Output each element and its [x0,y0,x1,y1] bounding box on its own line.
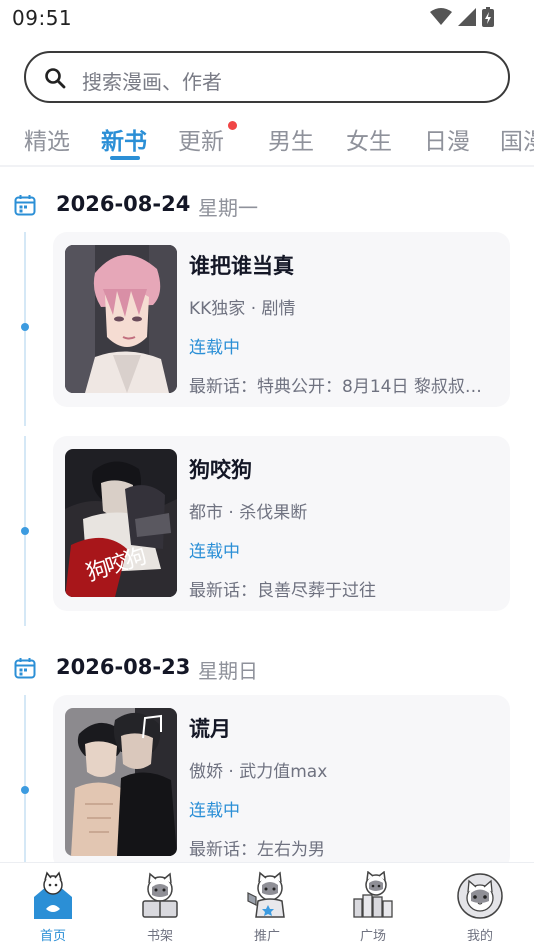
tab-updates[interactable]: 更新 [178,122,224,156]
search-input[interactable]: 搜索漫画、作者 [24,51,510,103]
bottom-nav: 首页 书架 推广 广场 我的 [0,862,534,949]
book-card[interactable]: 狗咬狗 狗咬狗 都市 · 杀伐果断 连载中 最新话：良善尽葬于过往 [53,436,510,611]
search-icon [45,68,66,89]
date-text: 2026-08-23 [56,655,191,679]
tab-active-indicator [110,156,140,160]
book-status: 连载中 [189,801,240,821]
signal-icon [458,8,476,26]
promo-cat-icon [247,871,285,918]
status-icons [430,7,494,27]
book-card[interactable]: 谁把谁当真 KK独家 · 剧情 连载中 最新话：特典公开：8月14日 黎叔叔… [53,232,510,407]
nav-label: 我的 [466,929,493,944]
tab-male[interactable]: 男生 [268,122,314,156]
calendar-icon [14,195,36,216]
tab-chinese[interactable]: 国漫 [500,122,534,156]
weekday-text: 星期日 [198,659,258,683]
book-timeline[interactable]: 2026-08-24 星期一 谁把谁当真 KK独家 · 剧情 连载中 最新话：特… [0,167,534,862]
tab-featured[interactable]: 精选 [24,122,70,156]
profile-cat-icon [457,873,503,919]
book-cover[interactable] [65,708,177,856]
tab-new-books[interactable]: 新书 [101,122,147,156]
wifi-icon [430,8,452,25]
status-bar: 09:51 [0,0,534,36]
nav-profile[interactable]: 我的 [440,869,520,947]
book-cover[interactable]: 狗咬狗 [65,449,177,597]
book-cover[interactable] [65,245,177,393]
calendar-icon [14,658,36,679]
book-meta: KK独家 · 剧情 [189,299,296,319]
tab-female[interactable]: 女生 [346,122,392,156]
nav-shelf[interactable]: 书架 [120,869,200,947]
book-meta: 都市 · 杀伐果断 [189,503,308,523]
book-card[interactable]: 谎月 傲娇 · 武力值max 连载中 最新话：左右为男 [53,695,510,862]
timeline-dot [21,323,29,331]
weekday-text: 星期一 [198,196,258,220]
nav-label: 广场 [359,929,386,944]
status-time: 09:51 [12,6,73,30]
book-latest-chapter: 最新话：特典公开：8月14日 黎叔叔… [189,377,482,397]
book-title[interactable]: 谎月 [189,713,231,743]
book-title[interactable]: 狗咬狗 [189,454,252,484]
nav-home[interactable]: 首页 [13,869,93,947]
category-tabs: 精选 新书 更新 男生 女生 日漫 国漫 [0,118,534,164]
timeline-dot [21,527,29,535]
nav-promo[interactable]: 推广 [227,869,307,947]
nav-label: 书架 [146,929,173,944]
book-latest-chapter: 最新话：良善尽葬于过往 [189,581,376,601]
plaza-cat-icon [353,871,393,918]
book-status: 连载中 [189,338,240,358]
timeline-line [24,695,26,862]
date-header: 2026-08-24 星期一 [0,186,534,226]
nav-label: 推广 [253,929,280,944]
tab-japanese[interactable]: 日漫 [424,122,470,156]
search-placeholder: 搜索漫画、作者 [82,70,222,94]
date-header: 2026-08-23 星期日 [0,649,534,689]
battery-icon [482,7,494,27]
book-status: 连载中 [189,542,240,562]
home-cat-icon [34,871,72,919]
nav-plaza[interactable]: 广场 [333,869,413,947]
date-text: 2026-08-24 [56,192,191,216]
timeline-dot [21,786,29,794]
book-latest-chapter: 最新话：左右为男 [189,840,325,860]
shelf-cat-icon [142,872,178,918]
book-meta: 傲娇 · 武力值max [189,762,328,782]
update-badge-dot [228,121,237,130]
nav-label: 首页 [39,929,66,944]
book-title[interactable]: 谁把谁当真 [189,250,294,280]
